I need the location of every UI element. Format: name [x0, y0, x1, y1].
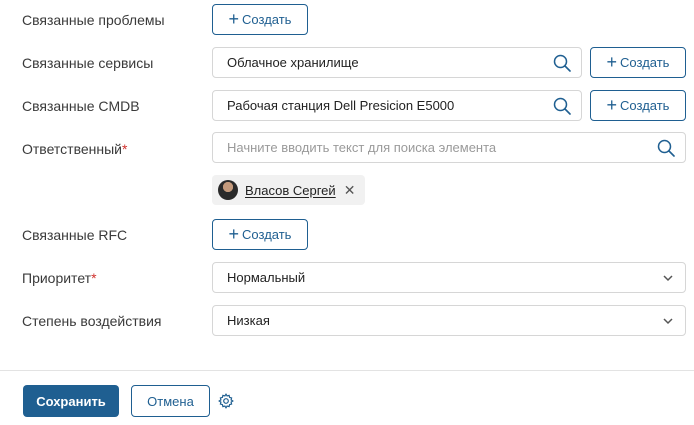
responsible-chip: Власов Сергей ✕	[212, 175, 365, 205]
responsible-user-link[interactable]: Власов Сергей	[245, 183, 336, 198]
plus-icon: +	[606, 94, 618, 115]
plus-icon: +	[228, 223, 240, 244]
related-problems-label: Связанные проблемы	[22, 12, 165, 28]
save-button[interactable]: Сохранить	[23, 385, 119, 417]
search-icon[interactable]	[553, 97, 571, 115]
plus-icon: +	[228, 8, 240, 29]
related-cmdb-label: Связанные CMDB	[22, 98, 140, 114]
related-cmdb-field[interactable]: Рабочая станция Dell Presicion E5000	[212, 90, 582, 121]
search-icon[interactable]	[657, 139, 675, 157]
responsible-label-text: Ответственный	[22, 141, 122, 157]
create-button-label: Создать	[620, 98, 670, 113]
responsible-search-input[interactable]: Начните вводить текст для поиска элемент…	[212, 132, 686, 163]
priority-label: Приоритет*	[22, 270, 97, 286]
priority-label-text: Приоритет	[22, 270, 92, 286]
plus-icon: +	[606, 51, 618, 72]
gear-icon[interactable]	[218, 393, 234, 409]
footer-divider	[0, 370, 694, 371]
responsible-placeholder: Начните вводить текст для поиска элемент…	[227, 140, 497, 155]
related-rfc-label: Связанные RFC	[22, 227, 128, 243]
required-mark: *	[121, 141, 128, 157]
related-services-field[interactable]: Облачное хранилище	[212, 47, 582, 78]
responsible-label: Ответственный*	[22, 141, 127, 157]
avatar	[218, 180, 238, 200]
chevron-down-icon	[663, 275, 673, 282]
related-services-label: Связанные сервисы	[22, 55, 154, 71]
required-mark: *	[91, 270, 97, 286]
create-button-label: Создать	[242, 12, 292, 27]
close-icon[interactable]: ✕	[344, 182, 356, 199]
related-rfc-create-button[interactable]: + Создать	[212, 219, 308, 250]
related-services-create-button[interactable]: + Создать	[590, 47, 686, 78]
priority-value: Нормальный	[227, 270, 306, 285]
priority-select[interactable]: Нормальный	[212, 262, 686, 293]
chevron-down-icon	[663, 318, 673, 325]
create-button-label: Создать	[620, 55, 670, 70]
impact-label: Степень воздействия	[22, 313, 162, 329]
impact-select[interactable]: Низкая	[212, 305, 686, 336]
related-problems-create-button[interactable]: + Создать	[212, 4, 308, 35]
cancel-button[interactable]: Отмена	[131, 385, 210, 417]
related-services-value: Облачное хранилище	[227, 55, 359, 70]
related-cmdb-create-button[interactable]: + Создать	[590, 90, 686, 121]
search-icon[interactable]	[553, 54, 571, 72]
related-cmdb-value: Рабочая станция Dell Presicion E5000	[227, 98, 455, 113]
impact-value: Низкая	[227, 313, 270, 328]
create-button-label: Создать	[242, 227, 292, 242]
